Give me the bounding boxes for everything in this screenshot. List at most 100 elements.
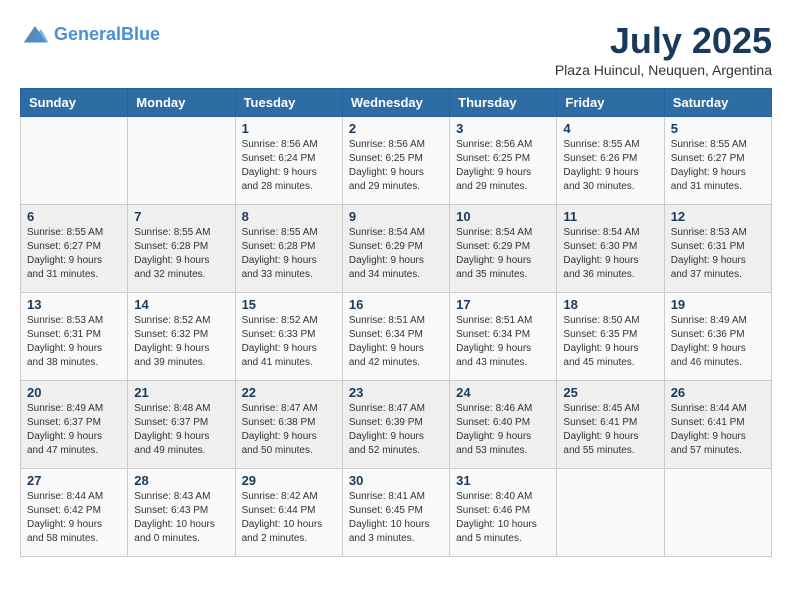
day-info: Sunrise: 8:41 AMSunset: 6:45 PMDaylight:… — [349, 490, 443, 546]
day-number: 19 — [671, 297, 765, 312]
day-number: 29 — [242, 473, 336, 488]
week-row-2: 6 Sunrise: 8:55 AMSunset: 6:27 PMDaylight… — [21, 205, 772, 293]
week-row-3: 13Sunrise: 8:53 AMSunset: 6:31 PMDayligh… — [21, 293, 772, 381]
week-row-4: 20 Sunrise: 8:49 AMSunset: 6:37 PMDayligh… — [21, 381, 772, 469]
day-number: 18 — [563, 297, 657, 312]
calendar-body: 1Sunrise: 8:56 AMSunset: 6:24 PMDaylight… — [21, 117, 772, 557]
day-info: Sunrise: 8:44 AMSunset: 6:42 PMDaylight:… — [27, 490, 121, 546]
week-row-1: 1Sunrise: 8:56 AMSunset: 6:24 PMDaylight… — [21, 117, 772, 205]
day-info: Sunrise: 8:45 AMSunset: 6:41 PMDaylight:… — [563, 402, 657, 458]
day-info: Sunrise: 8:49 AMSunset: 6:36 PMDaylight:… — [671, 314, 765, 370]
calendar-cell-w5-d5: 31Sunrise: 8:40 AMSunset: 6:46 PMDayligh… — [450, 469, 557, 557]
main-title: July 2025 — [555, 20, 772, 62]
day-number: 16 — [349, 297, 443, 312]
col-saturday: Saturday — [664, 89, 771, 117]
day-info: Sunrise: 8:54 AMSunset: 6:29 PMDaylight:… — [456, 226, 550, 282]
day-number: 8 — [242, 209, 336, 224]
calendar-cell-w1-d7: 5 Sunrise: 8:55 AMSunset: 6:27 PMDaylight… — [664, 117, 771, 205]
logo-line1: General — [54, 24, 121, 44]
calendar-cell-w1-d6: 4 Sunrise: 8:55 AMSunset: 6:26 PMDaylight… — [557, 117, 664, 205]
calendar-cell-w4-d1: 20 Sunrise: 8:49 AMSunset: 6:37 PMDayligh… — [21, 381, 128, 469]
calendar-cell-w2-d7: 12 Sunrise: 8:53 AMSunset: 6:31 PMDayligh… — [664, 205, 771, 293]
calendar-cell-w3-d1: 13Sunrise: 8:53 AMSunset: 6:31 PMDayligh… — [21, 293, 128, 381]
calendar-header-row: Sunday Monday Tuesday Wednesday Thursday… — [21, 89, 772, 117]
calendar-cell-w1-d4: 2 Sunrise: 8:56 AMSunset: 6:25 PMDaylight… — [342, 117, 449, 205]
day-info: Sunrise: 8:51 AMSunset: 6:34 PMDaylight:… — [456, 314, 550, 370]
day-info: Sunrise: 8:55 AMSunset: 6:27 PMDaylight:… — [671, 138, 765, 194]
logo-text: GeneralBlue — [54, 25, 160, 45]
col-tuesday: Tuesday — [235, 89, 342, 117]
day-info: Sunrise: 8:52 AMSunset: 6:33 PMDaylight:… — [242, 314, 336, 370]
calendar-cell-w4-d7: 26 Sunrise: 8:44 AMSunset: 6:41 PMDayligh… — [664, 381, 771, 469]
calendar-cell-w3-d4: 16 Sunrise: 8:51 AMSunset: 6:34 PMDayligh… — [342, 293, 449, 381]
day-info: Sunrise: 8:56 AMSunset: 6:25 PMDaylight:… — [349, 138, 443, 194]
calendar-cell-w5-d3: 29Sunrise: 8:42 AMSunset: 6:44 PMDayligh… — [235, 469, 342, 557]
calendar-cell-w2-d6: 11 Sunrise: 8:54 AMSunset: 6:30 PMDayligh… — [557, 205, 664, 293]
calendar-cell-w3-d7: 19 Sunrise: 8:49 AMSunset: 6:36 PMDayligh… — [664, 293, 771, 381]
day-number: 26 — [671, 385, 765, 400]
day-info: Sunrise: 8:55 AMSunset: 6:27 PMDaylight:… — [27, 226, 121, 282]
day-number: 2 — [349, 121, 443, 136]
day-number: 10 — [456, 209, 550, 224]
col-monday: Monday — [128, 89, 235, 117]
day-info: Sunrise: 8:49 AMSunset: 6:37 PMDaylight:… — [27, 402, 121, 458]
week-row-5: 27 Sunrise: 8:44 AMSunset: 6:42 PMDayligh… — [21, 469, 772, 557]
calendar-cell-w4-d2: 21Sunrise: 8:48 AMSunset: 6:37 PMDayligh… — [128, 381, 235, 469]
day-info: Sunrise: 8:53 AMSunset: 6:31 PMDaylight:… — [671, 226, 765, 282]
day-number: 9 — [349, 209, 443, 224]
day-number: 4 — [563, 121, 657, 136]
day-info: Sunrise: 8:55 AMSunset: 6:28 PMDaylight:… — [242, 226, 336, 282]
day-number: 23 — [349, 385, 443, 400]
logo-icon — [20, 20, 50, 50]
day-number: 24 — [456, 385, 550, 400]
calendar-cell-w2-d1: 6 Sunrise: 8:55 AMSunset: 6:27 PMDaylight… — [21, 205, 128, 293]
day-number: 12 — [671, 209, 765, 224]
calendar-cell-w5-d2: 28 Sunrise: 8:43 AMSunset: 6:43 PMDayligh… — [128, 469, 235, 557]
calendar-cell-w4-d4: 23Sunrise: 8:47 AMSunset: 6:39 PMDayligh… — [342, 381, 449, 469]
day-info: Sunrise: 8:51 AMSunset: 6:34 PMDaylight:… — [349, 314, 443, 370]
title-area: July 2025 Plaza Huincul, Neuquen, Argent… — [555, 20, 772, 78]
day-info: Sunrise: 8:44 AMSunset: 6:41 PMDaylight:… — [671, 402, 765, 458]
day-number: 6 — [27, 209, 121, 224]
day-number: 27 — [27, 473, 121, 488]
col-thursday: Thursday — [450, 89, 557, 117]
day-number: 30 — [349, 473, 443, 488]
day-number: 7 — [134, 209, 228, 224]
day-info: Sunrise: 8:55 AMSunset: 6:26 PMDaylight:… — [563, 138, 657, 194]
col-wednesday: Wednesday — [342, 89, 449, 117]
calendar: Sunday Monday Tuesday Wednesday Thursday… — [20, 88, 772, 557]
day-number: 21 — [134, 385, 228, 400]
calendar-cell-w5-d1: 27 Sunrise: 8:44 AMSunset: 6:42 PMDayligh… — [21, 469, 128, 557]
day-info: Sunrise: 8:47 AMSunset: 6:38 PMDaylight:… — [242, 402, 336, 458]
calendar-cell-w2-d2: 7 Sunrise: 8:55 AMSunset: 6:28 PMDaylight… — [128, 205, 235, 293]
day-info: Sunrise: 8:55 AMSunset: 6:28 PMDaylight:… — [134, 226, 228, 282]
day-number: 28 — [134, 473, 228, 488]
subtitle: Plaza Huincul, Neuquen, Argentina — [555, 62, 772, 78]
day-info: Sunrise: 8:43 AMSunset: 6:43 PMDaylight:… — [134, 490, 228, 546]
calendar-cell-w1-d2 — [128, 117, 235, 205]
calendar-cell-w1-d5: 3 Sunrise: 8:56 AMSunset: 6:25 PMDaylight… — [450, 117, 557, 205]
logo: GeneralBlue — [20, 20, 160, 50]
col-sunday: Sunday — [21, 89, 128, 117]
day-number: 25 — [563, 385, 657, 400]
day-info: Sunrise: 8:54 AMSunset: 6:30 PMDaylight:… — [563, 226, 657, 282]
calendar-cell-w3-d6: 18 Sunrise: 8:50 AMSunset: 6:35 PMDayligh… — [557, 293, 664, 381]
col-friday: Friday — [557, 89, 664, 117]
day-number: 11 — [563, 209, 657, 224]
day-number: 20 — [27, 385, 121, 400]
calendar-cell-w1-d1 — [21, 117, 128, 205]
calendar-cell-w1-d3: 1Sunrise: 8:56 AMSunset: 6:24 PMDaylight… — [235, 117, 342, 205]
calendar-cell-w5-d4: 30 Sunrise: 8:41 AMSunset: 6:45 PMDayligh… — [342, 469, 449, 557]
day-number: 3 — [456, 121, 550, 136]
day-number: 22 — [242, 385, 336, 400]
header: GeneralBlue July 2025 Plaza Huincul, Neu… — [20, 20, 772, 78]
calendar-cell-w4-d3: 22 Sunrise: 8:47 AMSunset: 6:38 PMDayligh… — [235, 381, 342, 469]
day-number: 5 — [671, 121, 765, 136]
calendar-cell-w3-d5: 17Sunrise: 8:51 AMSunset: 6:34 PMDayligh… — [450, 293, 557, 381]
day-info: Sunrise: 8:53 AMSunset: 6:31 PMDaylight:… — [27, 314, 121, 370]
calendar-cell-w3-d3: 15Sunrise: 8:52 AMSunset: 6:33 PMDayligh… — [235, 293, 342, 381]
day-info: Sunrise: 8:50 AMSunset: 6:35 PMDaylight:… — [563, 314, 657, 370]
day-number: 14 — [134, 297, 228, 312]
day-info: Sunrise: 8:56 AMSunset: 6:25 PMDaylight:… — [456, 138, 550, 194]
calendar-cell-w5-d6 — [557, 469, 664, 557]
